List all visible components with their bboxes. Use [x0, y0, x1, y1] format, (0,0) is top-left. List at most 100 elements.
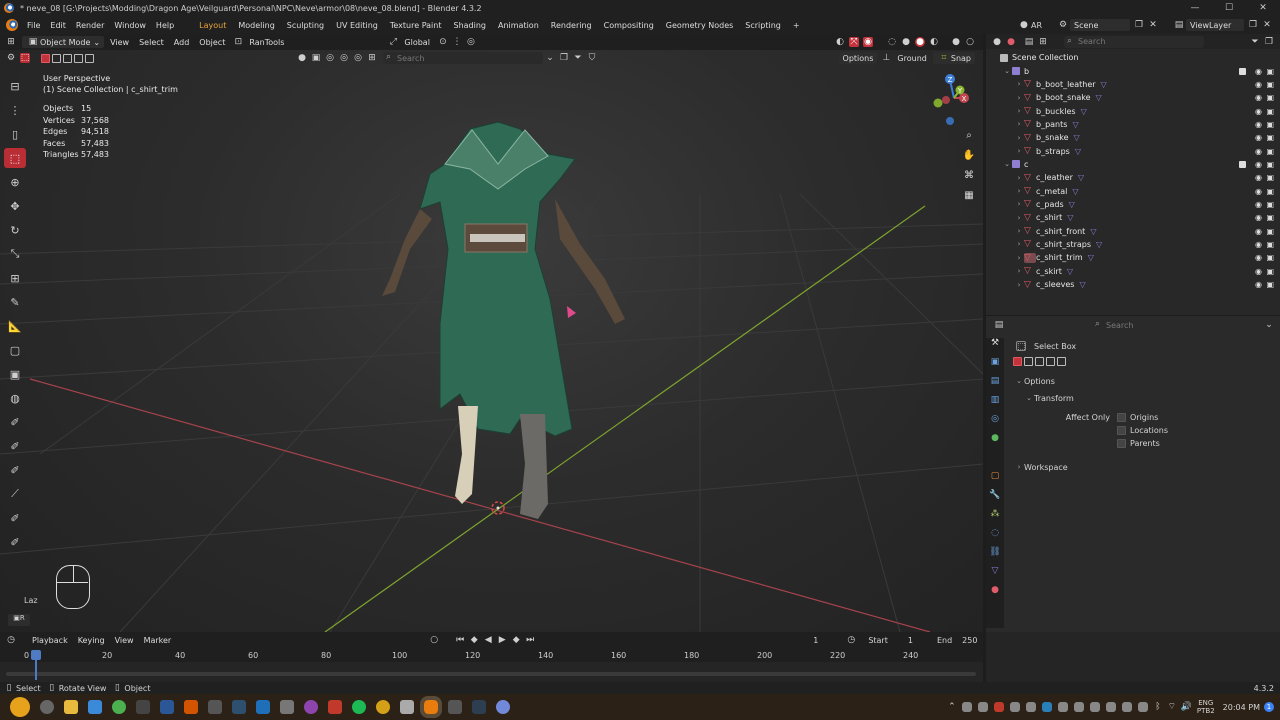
- none-tool[interactable]: ◍: [4, 388, 26, 408]
- notification-badge[interactable]: 1: [1264, 702, 1274, 712]
- exclude-checkbox[interactable]: [1239, 67, 1246, 75]
- keying-menu[interactable]: Keying: [74, 634, 109, 646]
- tray-icon-1[interactable]: [961, 702, 972, 712]
- render-camera-icon[interactable]: ▣: [1266, 280, 1274, 289]
- tray-icon-2[interactable]: [977, 702, 988, 712]
- render-camera-icon[interactable]: ▣: [1266, 213, 1274, 222]
- view-layer-selector[interactable]: ViewLayer: [1186, 19, 1244, 31]
- collection-row[interactable]: ⌄ b ◉ ▣: [986, 64, 1280, 77]
- custom-tool-2[interactable]: ✐: [4, 436, 26, 456]
- origins-checkbox[interactable]: [1117, 412, 1126, 422]
- discord-icon[interactable]: [496, 700, 510, 714]
- outliner-view-icon[interactable]: ⊞: [1038, 37, 1048, 47]
- zoom-icon[interactable]: ⌕: [962, 130, 976, 144]
- render-camera-icon[interactable]: ▣: [1266, 120, 1274, 129]
- tool-tab-icon[interactable]: ⚒: [986, 338, 1004, 357]
- visibility-eye-icon[interactable]: ◉: [1255, 187, 1262, 196]
- camera-view-icon[interactable]: ⌘: [962, 170, 976, 184]
- pan-hand-icon[interactable]: ✋: [962, 150, 976, 164]
- tab-shading[interactable]: Shading: [447, 21, 492, 30]
- timeline-scrollbar[interactable]: [6, 672, 976, 676]
- outliner-object-row[interactable]: › ▽ b_buckles ▽ ◉ ▣: [986, 104, 1280, 117]
- marker-menu[interactable]: Marker: [140, 634, 176, 646]
- menu-window[interactable]: Window: [109, 21, 151, 30]
- outliner-filter-list-icon[interactable]: ▤: [1024, 37, 1034, 47]
- app-icon-3[interactable]: [208, 700, 222, 714]
- shield-icon[interactable]: ⛉: [587, 53, 597, 63]
- measure-tool[interactable]: 📐: [4, 316, 26, 336]
- select-mode-new-icon[interactable]: [41, 53, 50, 63]
- scene-tab-icon[interactable]: ◎: [986, 414, 1004, 433]
- outliner-object-row[interactable]: › ▽ c_sleeves ▽ ◉ ▣: [986, 278, 1280, 291]
- select-intersect-icon[interactable]: [1057, 356, 1066, 366]
- outliner-object-row[interactable]: › ▽ c_metal ▽ ◉ ▣: [986, 184, 1280, 197]
- output-tab-icon[interactable]: ▤: [986, 376, 1004, 395]
- expand-icon[interactable]: ›: [1014, 174, 1024, 182]
- close-button[interactable]: ✕: [1246, 3, 1280, 13]
- options-dropdown[interactable]: Options: [838, 52, 878, 64]
- pivot-icon[interactable]: ⊙: [438, 37, 448, 47]
- playback-menu[interactable]: Playback: [28, 634, 72, 646]
- viewport-search-input[interactable]: Search: [383, 52, 543, 64]
- expand-chevron-icon[interactable]: ⌄: [1002, 67, 1012, 75]
- outliner-search-input[interactable]: Search: [1064, 35, 1204, 48]
- menu-add[interactable]: Add: [170, 36, 194, 48]
- copy-icon[interactable]: ❐: [559, 53, 569, 63]
- tray-icon-3[interactable]: [993, 702, 1004, 712]
- select-extend-icon[interactable]: [1024, 356, 1033, 366]
- select-invert-icon[interactable]: [1046, 356, 1055, 366]
- start-frame-field[interactable]: 1: [908, 636, 913, 645]
- tray-icon-7[interactable]: [1057, 702, 1068, 712]
- minimize-button[interactable]: —: [1178, 3, 1212, 13]
- render-camera-icon[interactable]: ▣: [1266, 253, 1274, 262]
- material-sphere-icon[interactable]: ●: [297, 53, 307, 63]
- end-frame-field[interactable]: 250: [962, 636, 977, 645]
- select-mode-extend-icon[interactable]: [52, 53, 61, 63]
- custom-tool-1[interactable]: ✐: [4, 412, 26, 432]
- physics-tab-icon[interactable]: ◌: [986, 528, 1004, 547]
- render-camera-icon[interactable]: ▣: [1266, 107, 1274, 116]
- tab-sculpting[interactable]: Sculpting: [281, 21, 330, 30]
- object-tab-icon[interactable]: ▢: [986, 471, 1004, 490]
- proportional-edit-icon[interactable]: ◎: [466, 37, 476, 47]
- move-tool[interactable]: ✥: [4, 196, 26, 216]
- region-toggle-icon[interactable]: ▣R: [8, 614, 30, 626]
- expand-icon[interactable]: ›: [1014, 147, 1024, 155]
- tray-icon-8[interactable]: [1073, 702, 1084, 712]
- gizmo-toggle-icon[interactable]: ⤧: [849, 37, 859, 47]
- tab-modeling[interactable]: Modeling: [232, 21, 280, 30]
- select-box-tool[interactable]: ⬚: [4, 148, 26, 168]
- menu-render[interactable]: Render: [71, 21, 109, 30]
- viewport-option2-icon[interactable]: ◎: [339, 53, 349, 63]
- menu-select[interactable]: Select: [135, 36, 168, 48]
- snap-toggle[interactable]: ⌗ Snap: [932, 52, 975, 64]
- dropdown-chevron-icon[interactable]: ⌄: [545, 53, 555, 63]
- ran-tools-menu[interactable]: RanTools: [245, 36, 288, 48]
- viewport-option3-icon[interactable]: ◎: [353, 53, 363, 63]
- material-shading-icon[interactable]: ●: [915, 37, 925, 47]
- outliner-object-row[interactable]: › ▽ c_shirt ▽ ◉ ▣: [986, 211, 1280, 224]
- language-indicator[interactable]: ENG PTB2: [1197, 699, 1215, 715]
- timeline-ruler[interactable]: 0 20 40 60 80 100 120 140 160 180 200 22…: [0, 648, 983, 682]
- outliner-object-row[interactable]: › ▽ c_skirt ▽ ◉ ▣: [986, 265, 1280, 278]
- spotify-icon[interactable]: [352, 700, 366, 714]
- file-explorer-icon[interactable]: [64, 700, 78, 714]
- transform-tool[interactable]: ⊞: [4, 268, 26, 288]
- app-icon-6[interactable]: [280, 700, 294, 714]
- bluetooth-icon[interactable]: ᛒ: [1153, 702, 1163, 712]
- outliner-object-row[interactable]: › ▽ c_shirt_front ▽ ◉ ▣: [986, 224, 1280, 237]
- start-menu-icon[interactable]: [10, 697, 30, 717]
- tab-rendering[interactable]: Rendering: [545, 21, 598, 30]
- timeline-editor-icon[interactable]: ◷: [6, 635, 16, 645]
- workspace-panel-header[interactable]: › Workspace: [1014, 458, 1274, 476]
- visibility-eye-icon[interactable]: ◉: [1255, 253, 1262, 262]
- scene-selector[interactable]: Scene: [1070, 19, 1130, 31]
- locations-checkbox[interactable]: [1117, 426, 1126, 435]
- visibility-eye-icon[interactable]: ◉: [1255, 80, 1262, 89]
- stop-icon[interactable]: ▣: [311, 53, 321, 63]
- parents-checkbox[interactable]: [1117, 439, 1126, 448]
- options-panel-header[interactable]: ⌄ Options: [1014, 372, 1274, 390]
- wireframe-shading-icon[interactable]: ◌: [887, 37, 897, 47]
- viewport-option4-icon[interactable]: ⊞: [367, 53, 377, 63]
- cursor-tool[interactable]: ⊕: [4, 172, 26, 192]
